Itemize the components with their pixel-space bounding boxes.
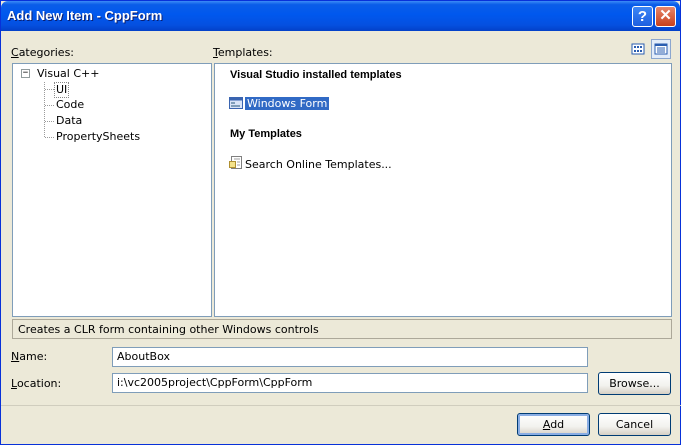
categories-label: Categories: xyxy=(11,46,75,59)
separator xyxy=(1,405,681,406)
help-button[interactable]: ? xyxy=(632,6,653,27)
my-templates-heading: My Templates xyxy=(230,128,302,140)
categories-tree[interactable]: − Visual C++ UI Code Data PropertySheets xyxy=(12,63,212,317)
small-icons-view-button[interactable] xyxy=(651,39,671,59)
search-online-icon xyxy=(229,156,242,169)
tree-guide-line xyxy=(45,105,54,106)
location-label: Location: xyxy=(11,377,62,390)
title-bar[interactable]: Add New Item - CppForm ? ✕ xyxy=(1,1,680,31)
small-icons-view-icon xyxy=(654,43,668,55)
installed-templates-heading: Visual Studio installed templates xyxy=(230,69,402,81)
name-label: Name: xyxy=(11,350,48,363)
expand-collapse-icon[interactable]: − xyxy=(21,69,30,78)
large-icons-view-icon xyxy=(631,43,645,55)
close-button[interactable]: ✕ xyxy=(655,6,676,27)
browse-button[interactable]: Browse... xyxy=(598,372,671,395)
template-search-online[interactable]: Search Online Templates... xyxy=(229,156,392,171)
template-label: Windows Form xyxy=(245,97,330,110)
templates-list[interactable]: Visual Studio installed templates Window… xyxy=(214,63,672,317)
window-title: Add New Item - CppForm xyxy=(7,8,163,23)
location-field[interactable]: i:\vc2005project\CppForm\CppForm xyxy=(112,373,588,393)
tree-guide-line xyxy=(44,82,45,137)
large-icons-view-button[interactable] xyxy=(628,39,648,59)
add-button[interactable]: Add xyxy=(517,413,590,436)
tree-guide-line xyxy=(45,89,54,90)
name-field[interactable]: AboutBox xyxy=(112,347,588,367)
template-description: Creates a CLR form containing other Wind… xyxy=(12,319,672,339)
templates-label: Templates: xyxy=(213,46,273,59)
form-icon xyxy=(229,97,243,109)
tree-node-data[interactable]: Data xyxy=(56,114,82,128)
add-new-item-dialog: Add New Item - CppForm ? ✕ Categories: T… xyxy=(0,0,681,445)
tree-node-propertysheets[interactable]: PropertySheets xyxy=(56,130,140,144)
cancel-button[interactable]: Cancel xyxy=(598,413,671,436)
template-label: Search Online Templates... xyxy=(245,158,392,171)
tree-guide-line xyxy=(45,121,54,122)
tree-node-code[interactable]: Code xyxy=(56,98,84,112)
tree-node-ui[interactable]: UI xyxy=(54,82,70,98)
template-windows-form[interactable]: Windows Form xyxy=(229,96,330,111)
tree-node-visual-cpp[interactable]: Visual C++ xyxy=(37,67,99,81)
tree-guide-line xyxy=(45,137,54,138)
